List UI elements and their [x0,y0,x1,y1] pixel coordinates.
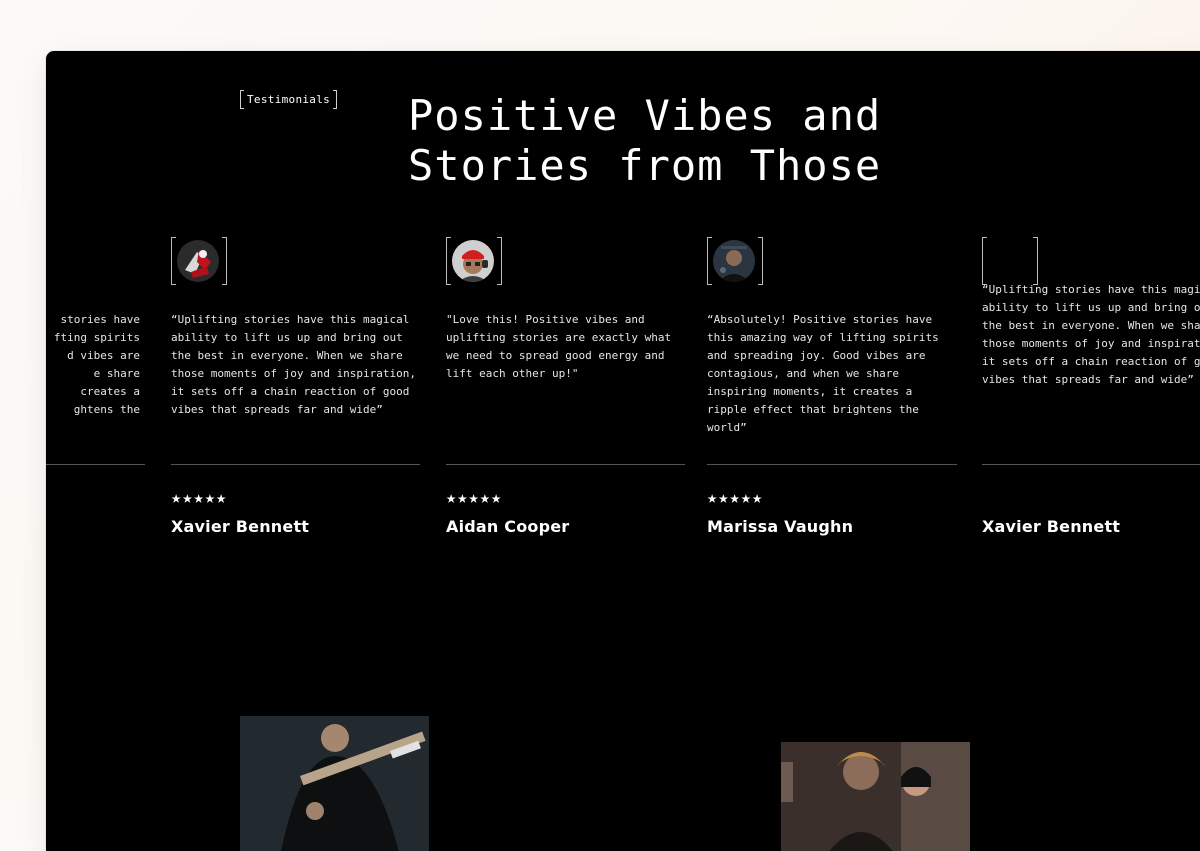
testimonial-quote: stories have fting spirits d vibes are e… [53,313,140,416]
guitarist-photo [240,716,429,851]
friends-photo [781,742,970,851]
card-divider [171,464,420,465]
testimonial-quote: “Uplifting stories have this magical abi… [171,313,417,416]
avatar [452,240,494,282]
card-divider [982,464,1200,465]
card-divider [446,464,685,465]
section-tag: Testimonials [240,90,338,109]
avatar-frame [446,237,502,285]
avatar-frame [171,237,227,285]
testimonials-section: Testimonials Positive Vibes and Stories … [46,51,1200,851]
reviewer-name: Marissa Vaughn [707,517,854,536]
reviewer-name: Xavier Bennett [171,517,310,536]
avatar [177,240,219,282]
card-divider [46,464,145,465]
testimonial-quote: "Love this! Positive vibes and uplifting… [446,313,672,380]
star-rating: ★★★★★ [707,488,764,508]
section-tag-label: Testimonials [247,93,331,106]
testimonial-quote: “Absolutely! Positive stories have this … [707,313,939,434]
avatar-frame [707,237,763,285]
reviewer-name: Aidan Cooper [446,517,570,536]
star-rating: ★★★★★ [446,488,503,508]
reviewer-name: Xavier Bennett [982,517,1121,536]
tag-bracket-right [333,90,338,109]
section-title: Positive Vibes and Stories from Those [408,91,882,190]
avatar [713,240,755,282]
star-rating: ★★★★★ [171,488,228,508]
card-divider [707,464,957,465]
testimonial-quote: “Uplifting stories have this magical abi… [982,283,1200,386]
tag-bracket-left [240,90,244,109]
avatar-frame [982,237,1038,285]
